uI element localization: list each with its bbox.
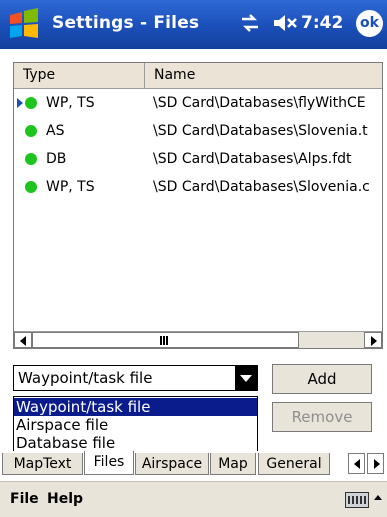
type-cell: WP, TS bbox=[46, 179, 95, 195]
status-dot-icon bbox=[25, 97, 37, 109]
tab-scroll-left-button[interactable] bbox=[348, 453, 365, 474]
dropdown-option-waypoint[interactable]: Waypoint/task file bbox=[14, 398, 257, 416]
type-cell: WP, TS bbox=[46, 95, 95, 111]
column-header-name[interactable]: Name bbox=[145, 63, 382, 89]
add-button[interactable]: Add bbox=[272, 364, 372, 394]
status-dot-icon bbox=[25, 125, 37, 137]
arrow-left-icon bbox=[20, 336, 26, 346]
tab-airspace[interactable]: Airspace bbox=[135, 453, 209, 475]
list-item[interactable]: WP, TS \SD Card\Databases\Slovenia.c bbox=[14, 173, 382, 201]
tab-bar: MapText Files Airspace Map General bbox=[0, 451, 387, 476]
clock[interactable]: 7:42 bbox=[301, 13, 343, 33]
window-title: Settings - Files bbox=[52, 13, 200, 33]
tab-general[interactable]: General bbox=[258, 453, 330, 475]
name-cell: \SD Card\Databases\Slovenia.c bbox=[153, 179, 370, 195]
scroll-left-button[interactable] bbox=[14, 332, 32, 348]
grip-icon bbox=[160, 336, 168, 345]
tab-maptext[interactable]: MapText bbox=[2, 453, 83, 475]
type-cell: AS bbox=[46, 123, 65, 139]
current-row-marker-icon bbox=[17, 98, 23, 108]
file-list[interactable]: Type Name WP, TS \SD Card\Databases\flyW… bbox=[13, 62, 383, 349]
name-cell: \SD Card\Databases\flyWithCE bbox=[153, 95, 366, 111]
dropdown-option-database[interactable]: Database file bbox=[14, 434, 257, 452]
list-item[interactable]: AS \SD Card\Databases\Slovenia.t bbox=[14, 117, 382, 145]
status-dot-icon bbox=[25, 153, 37, 165]
column-header-type[interactable]: Type bbox=[14, 63, 145, 89]
type-cell: DB bbox=[46, 151, 67, 167]
menu-file[interactable]: File bbox=[10, 491, 39, 507]
keyboard-icon[interactable] bbox=[345, 492, 369, 508]
combo-value: Waypoint/task file bbox=[18, 369, 153, 387]
tab-scroll-right-button[interactable] bbox=[367, 453, 384, 474]
sync-icon[interactable] bbox=[238, 13, 262, 33]
status-dot-icon bbox=[25, 181, 37, 193]
scroll-right-button[interactable] bbox=[364, 332, 382, 348]
file-type-combo[interactable]: Waypoint/task file bbox=[13, 365, 258, 391]
menu-help[interactable]: Help bbox=[47, 491, 83, 507]
arrow-right-icon bbox=[371, 336, 377, 346]
list-item[interactable]: DB \SD Card\Databases\Alps.fdt bbox=[14, 145, 382, 173]
title-bar: Settings - Files 7:42 ok bbox=[0, 0, 387, 49]
scroll-thumb[interactable] bbox=[32, 332, 299, 348]
tab-map[interactable]: Map bbox=[210, 453, 256, 475]
list-header: Type Name bbox=[14, 63, 382, 89]
arrow-right-icon bbox=[374, 459, 380, 469]
menu-bar: File Help bbox=[0, 481, 387, 517]
list-item[interactable]: WP, TS \SD Card\Databases\flyWithCE bbox=[14, 89, 382, 117]
chevron-up-icon[interactable] bbox=[374, 495, 382, 500]
name-cell: \SD Card\Databases\Alps.fdt bbox=[153, 151, 352, 167]
arrow-left-icon bbox=[354, 459, 360, 469]
windows-start-icon[interactable] bbox=[7, 7, 41, 41]
horizontal-scrollbar[interactable] bbox=[14, 331, 382, 348]
remove-button[interactable]: Remove bbox=[272, 402, 372, 432]
chevron-down-icon[interactable] bbox=[235, 366, 257, 390]
file-type-dropdown[interactable]: Waypoint/task file Airspace file Databas… bbox=[13, 396, 258, 454]
volume-mute-icon[interactable] bbox=[272, 13, 298, 33]
name-cell: \SD Card\Databases\Slovenia.t bbox=[153, 123, 368, 139]
dropdown-option-airspace[interactable]: Airspace file bbox=[14, 416, 257, 434]
tab-files[interactable]: Files bbox=[84, 451, 134, 475]
ok-button[interactable]: ok bbox=[356, 10, 383, 37]
